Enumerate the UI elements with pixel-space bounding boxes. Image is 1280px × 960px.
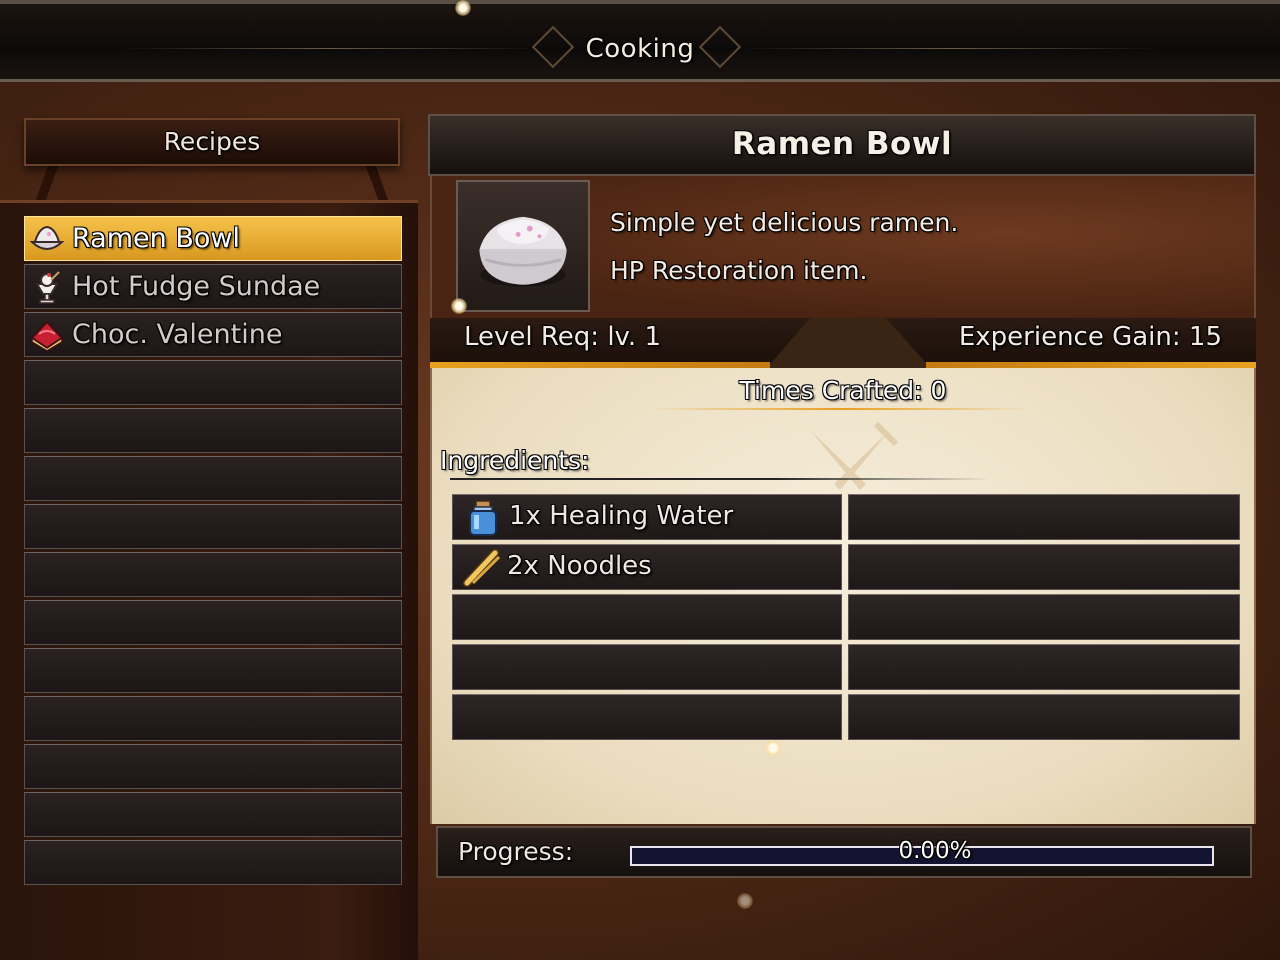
sparkle-icon — [765, 740, 781, 756]
ramen-bowl-icon — [29, 225, 65, 250]
level-requirement: Level Req: lv. 1 — [464, 322, 661, 352]
recipe-item-empty[interactable] — [24, 360, 402, 405]
recipe-item-empty[interactable] — [24, 504, 402, 549]
recipe-item-empty[interactable] — [24, 600, 402, 645]
ingredient-item-healing-water[interactable]: 1x Healing Water — [452, 494, 842, 540]
recipe-item-empty[interactable] — [24, 408, 402, 453]
ingredient-slot-empty — [452, 644, 842, 690]
potion-bottle-icon — [469, 500, 497, 536]
ramen-bowl-icon — [479, 216, 567, 287]
sign-leg-left — [35, 166, 59, 200]
recipe-item-label: Hot Fudge Sundae — [72, 271, 321, 302]
recipe-item-empty[interactable] — [24, 840, 402, 885]
ingredient-slot-empty — [452, 594, 842, 640]
recipe-item-label: Ramen Bowl — [72, 223, 240, 254]
ingredient-slot-empty — [848, 644, 1240, 690]
experience-gain: Experience Gain: 15 — [958, 322, 1222, 352]
sparkle-icon — [455, 0, 471, 16]
progress-label: Progress: — [458, 837, 574, 866]
heart-cake-icon — [30, 320, 64, 352]
recipe-item-empty[interactable] — [24, 552, 402, 597]
ingredient-slot-empty — [848, 544, 1240, 590]
ingredient-column-left: 1x Healing Water 2x Noodles — [452, 494, 842, 744]
screen-title: Cooking — [585, 34, 695, 64]
recipe-item-empty[interactable] — [24, 648, 402, 693]
sundae-icon — [35, 271, 60, 304]
recipe-title: Ramen Bowl — [731, 126, 953, 162]
recipe-item-hot-fudge-sundae[interactable]: Hot Fudge Sundae — [24, 264, 402, 309]
recipe-item-empty[interactable] — [24, 696, 402, 741]
recipes-header: Recipes — [24, 118, 400, 166]
progress-value: 0.00% — [898, 838, 972, 864]
top-bar: Cooking — [0, 0, 1280, 82]
times-crafted-underline — [650, 408, 1030, 410]
ingredient-item-noodles[interactable]: 2x Noodles — [452, 544, 842, 590]
recipe-item-empty[interactable] — [24, 744, 402, 789]
description-line-1: Simple yet delicious ramen. — [610, 208, 959, 237]
sparkle-icon — [451, 298, 467, 314]
sign-leg-right — [365, 166, 389, 200]
recipe-item-choc-valentine[interactable]: Choc. Valentine — [24, 312, 402, 357]
ingredient-grid: 1x Healing Water 2x Noodles — [452, 494, 1240, 744]
recipes-header-label: Recipes — [163, 127, 261, 156]
recipe-item-label: Choc. Valentine — [72, 319, 283, 350]
sparkle-icon — [737, 893, 753, 909]
ingredient-slot-empty — [848, 494, 1240, 540]
ingredient-label: 2x Noodles — [507, 551, 652, 581]
recipe-item-empty[interactable] — [24, 792, 402, 837]
noodles-icon — [463, 549, 501, 587]
ingredient-slot-empty — [848, 694, 1240, 740]
times-crafted: Times Crafted: 0 — [739, 376, 947, 405]
recipe-item-ramen-bowl[interactable]: Ramen Bowl — [24, 216, 402, 261]
ingredient-label: 1x Healing Water — [509, 501, 734, 531]
ingredients-underline — [450, 478, 990, 480]
item-image-frame — [456, 180, 590, 312]
ingredients-label: Ingredients: — [440, 446, 590, 475]
ingredient-column-right — [848, 494, 1240, 744]
description-line-2: HP Restoration item. — [610, 256, 868, 285]
recipe-list: Ramen Bowl Hot Fudge Sundae Choc. Valent… — [24, 216, 402, 888]
recipe-item-empty[interactable] — [24, 456, 402, 501]
detail-header: Ramen Bowl — [428, 114, 1256, 176]
ingredient-slot-empty — [452, 694, 842, 740]
ingredient-slot-empty — [848, 594, 1240, 640]
